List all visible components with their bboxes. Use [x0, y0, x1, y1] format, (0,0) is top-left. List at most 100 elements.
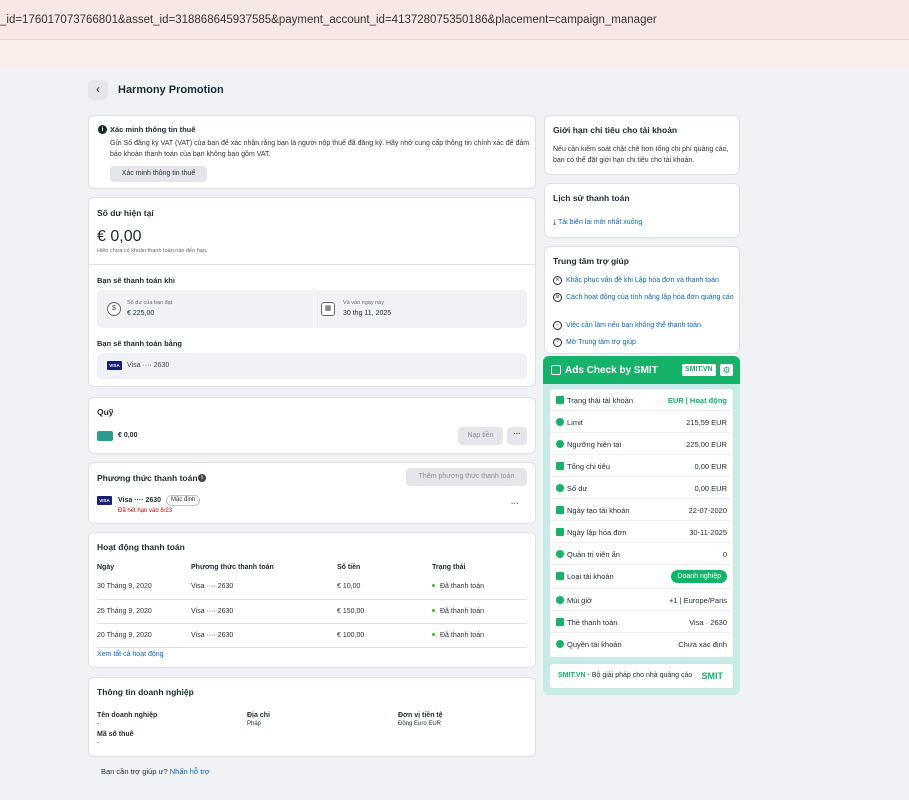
table-row[interactable]: 30 Tháng 9, 2020 Visa ···· 2630 € 10,00 … — [97, 575, 527, 600]
info-icon[interactable]: i — [198, 474, 206, 482]
ads-check-list: Trạng thái tài khoản EUR | Hoạt động Limi… — [550, 389, 733, 657]
cell-method: Visa ···· 2630 — [191, 599, 337, 624]
activity-card: Hoạt động thanh toán Ngày Phương thức th… — [88, 532, 536, 668]
row-value: 0,00 EUR — [694, 484, 727, 493]
table-row[interactable]: 25 Tháng 9, 2020 Visa ···· 2630 € 150,00… — [97, 599, 527, 624]
ads-row-timezone: Múi giờ +1 | Europe/Paris — [550, 589, 733, 611]
ads-check-footer[interactable]: SMIT.VN - Bộ giải pháp cho nhà quảng cáo… — [550, 664, 733, 688]
address-bar[interactable]: _id=176017073766801&asset_id=31886864593… — [0, 0, 909, 40]
cell-method: Visa ···· 2630 — [191, 575, 337, 600]
row-label: Múi giờ — [567, 596, 592, 605]
users-icon — [556, 640, 564, 648]
col-method: Phương thức thanh toán — [191, 563, 274, 571]
row-label: Ngưỡng hiện tại — [567, 440, 622, 449]
help-item-label: Mở Trung tâm trợ giúp — [566, 339, 636, 346]
calendar-icon — [556, 506, 564, 514]
ads-row-limit: Limit 215,59 EUR — [550, 411, 733, 433]
help-footer: Bạn cần trợ giúp ư? Nhấn hỗ trợ — [101, 767, 210, 776]
balance-note: Hiện chưa có khoản thanh toán nào đến hạ… — [97, 248, 208, 254]
help-item-label: Việc cần làm nếu bạn không thể thanh toá… — [566, 322, 701, 329]
clock-icon — [556, 596, 564, 604]
download-receipt-link[interactable]: ⤓ Tải biên lai mới nhất xuống — [553, 219, 642, 227]
back-button[interactable]: ‹ — [88, 80, 108, 100]
back-icon: ‹ — [96, 82, 100, 96]
pay-when-title: Bạn sẽ thanh toán khi — [97, 276, 175, 285]
funds-amount: € 0,00 — [118, 432, 138, 439]
invoice-icon — [556, 528, 564, 536]
calendar-icon: ▦ — [321, 302, 335, 316]
footer-brand: SMIT.VN — [558, 672, 586, 679]
ads-check-logo-icon — [551, 365, 561, 375]
ads-row-total-spend: Tổng chi tiêu 0,00 EUR — [550, 455, 733, 477]
table-row[interactable]: 20 Tháng 9, 2020 Visa ···· 2630 € 100,00… — [97, 623, 527, 648]
row-value: +1 | Europe/Paris — [668, 596, 727, 605]
ads-row-account-status: Trạng thái tài khoản EUR | Hoạt động — [550, 389, 733, 411]
help-item-open-help-center[interactable]: ? Mở Trung tâm trợ giúp — [553, 338, 738, 348]
date-label: Và vào ngày này — [343, 300, 384, 306]
address-label: Địa chỉ — [247, 712, 270, 719]
help-center-title: Trung tâm trợ giúp — [553, 256, 629, 266]
status-text: Đã thanh toán — [440, 607, 484, 615]
divider — [313, 290, 314, 328]
ads-row-invoice-date: Ngày lập hóa đơn 30-11-2025 — [550, 521, 733, 543]
currency-icon: $ — [107, 302, 121, 316]
divider — [89, 264, 535, 265]
cell-status: Đã thanh toán — [432, 623, 527, 648]
help-footer-link[interactable]: Nhấn hỗ trợ — [170, 767, 210, 776]
row-value: 22-07-2020 — [688, 506, 727, 515]
status-text: Đã thanh toán — [440, 631, 484, 639]
cell-status: Đã thanh toán — [432, 575, 527, 600]
visa-icon: VISA — [107, 361, 122, 370]
cell-date: 20 Tháng 9, 2020 — [97, 623, 191, 648]
account-type-badge: Doanh nghiệp — [671, 570, 727, 583]
cell-amount: € 10,00 — [337, 575, 432, 600]
add-payment-method-button[interactable]: Thêm phương thức thanh toán — [406, 468, 527, 486]
status-icon — [556, 396, 564, 404]
status-dot — [432, 584, 435, 588]
settings-gear-icon[interactable]: ⚙ — [720, 364, 733, 376]
add-funds-button[interactable]: Nạp tiền — [458, 427, 503, 445]
tax-id-value: - — [97, 740, 99, 746]
row-label: Limit — [567, 418, 583, 427]
url-text[interactable]: _id=176017073766801&asset_id=31886864593… — [0, 14, 657, 26]
row-label: Ngày lập hóa đơn — [567, 528, 627, 537]
view-all-activity-link[interactable]: Xem tất cả hoạt động — [97, 651, 164, 658]
status-dot — [432, 608, 435, 612]
row-label: Quản trị viên ẩn — [567, 550, 620, 559]
balance-icon — [556, 484, 564, 492]
payment-history-title: Lịch sử thanh toán — [553, 193, 630, 203]
question-icon: ? — [553, 338, 562, 347]
help-center-card: Trung tâm trợ giúp ✕ Khắc phục vấn đề khi… — [544, 246, 740, 354]
activity-title: Hoạt động thanh toán — [97, 542, 185, 552]
row-label: Quyền tài khoản — [567, 640, 622, 649]
ads-row-created-date: Ngày tạo tài khoản 22-07-2020 — [550, 499, 733, 521]
payment-more-button[interactable]: ··· — [511, 499, 519, 508]
help-item-troubleshoot[interactable]: ✕ Khắc phục vấn đề khi Lập hóa đơn và tha… — [553, 276, 738, 286]
cell-status: Đã thanh toán — [432, 599, 527, 624]
col-amount: Số tiền — [337, 563, 361, 571]
wrench-icon: ✕ — [553, 276, 562, 285]
spend-limit-card[interactable]: Giới hạn chi tiêu cho tài khoản Nếu cần … — [544, 115, 740, 175]
card-icon — [556, 618, 564, 626]
row-label: Loại tài khoản — [567, 572, 614, 581]
smit-badge[interactable]: SMIT.VN — [682, 364, 716, 376]
cell-date: 30 Tháng 9, 2020 — [97, 575, 191, 600]
ads-row-account-type: Loại tài khoản Doanh nghiệp — [550, 565, 733, 589]
verify-tax-button[interactable]: Xác minh thông tin thuế — [110, 166, 207, 182]
funds-more-button[interactable]: ··· — [507, 427, 527, 445]
spend-icon — [556, 462, 564, 470]
row-value: 0 — [722, 550, 727, 559]
expired-note: Đã hết hạn vào 6/23 — [118, 508, 173, 514]
funds-title: Quỹ — [97, 407, 114, 417]
business-name-value: - — [97, 721, 99, 727]
help-footer-text: Bạn cần trợ giúp ư? — [101, 767, 168, 776]
vat-notice-title: Xác minh thông tin thuế — [110, 125, 196, 134]
visa-icon: VISA — [97, 496, 112, 505]
ads-row-permissions: Quyền tài khoản Chưa xác định — [550, 633, 733, 655]
ads-row-threshold: Ngưỡng hiện tại 225,00 EUR — [550, 433, 733, 455]
pay-when-box: $ Số dư của bạn đạt € 225,00 ▦ Và vào ng… — [97, 290, 527, 328]
help-item-billing-how[interactable]: ⚙ Cách hoạt động của tính năng lập hóa đơ… — [553, 293, 738, 303]
business-title: Thông tin doanh nghiệp — [97, 687, 194, 697]
ads-row-payment-card: Thẻ thanh toán Visa · 2630 — [550, 611, 733, 633]
help-item-cannot-pay[interactable]: − Việc cần làm nếu bạn không thể thanh to… — [553, 321, 738, 331]
